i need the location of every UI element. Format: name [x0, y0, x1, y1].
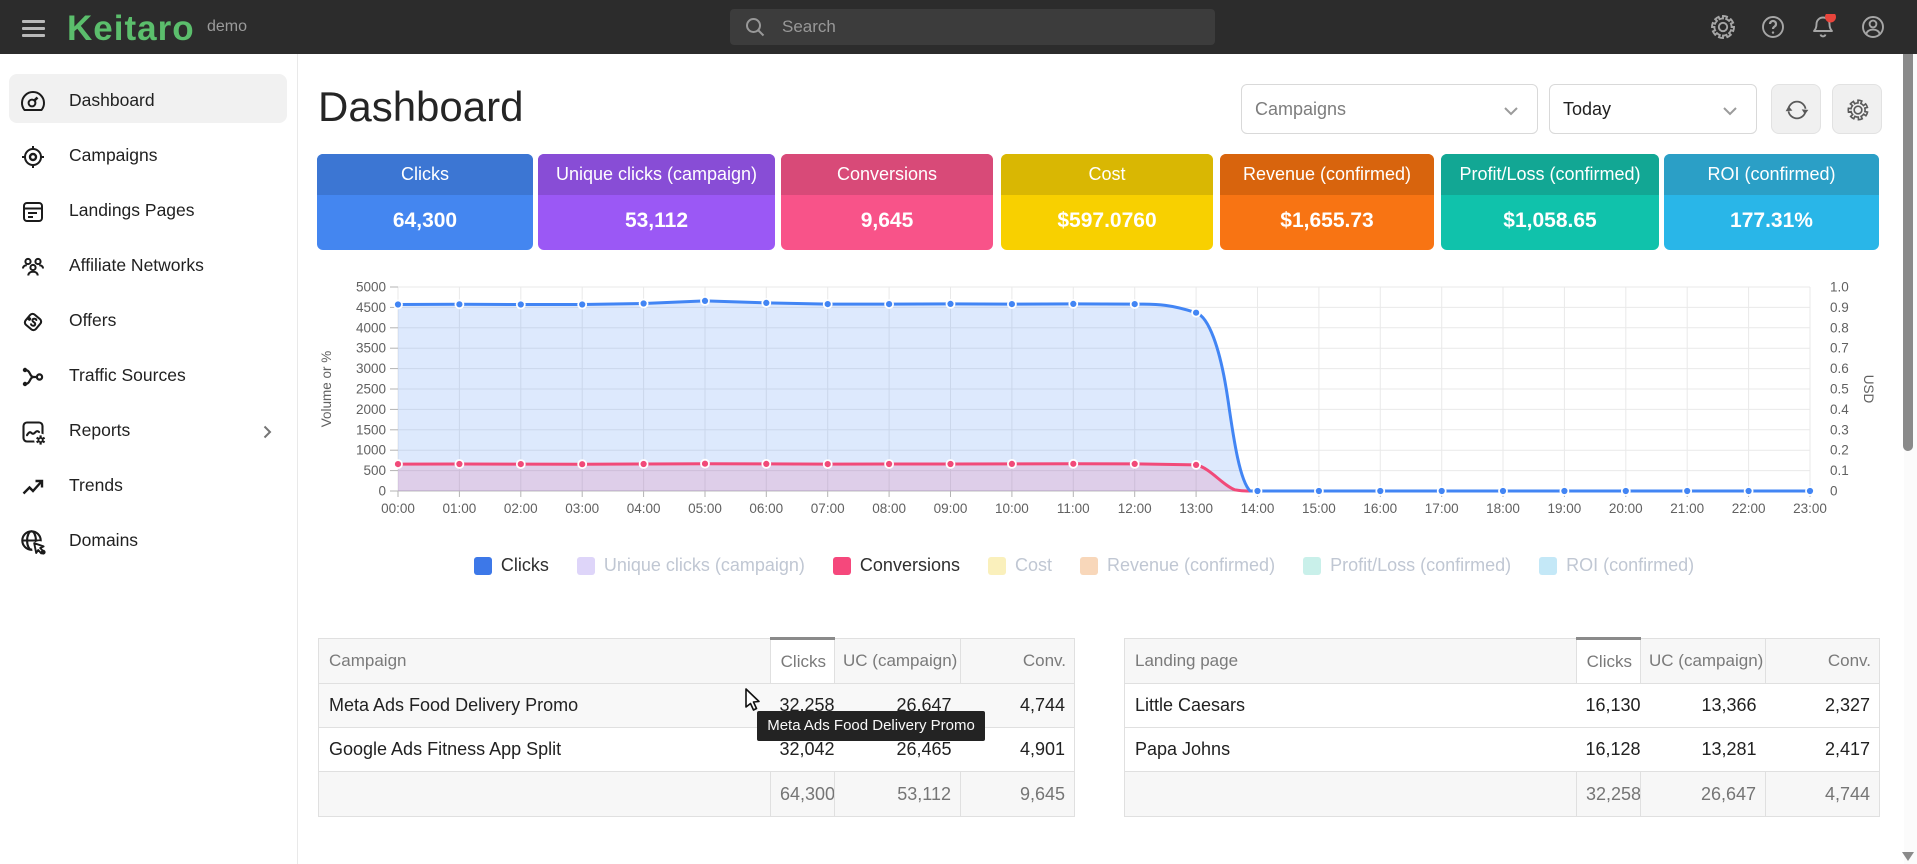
- svg-text:08:00: 08:00: [872, 501, 906, 516]
- svg-text:09:00: 09:00: [934, 501, 968, 516]
- svg-text:14:00: 14:00: [1241, 501, 1275, 516]
- svg-text:0.5: 0.5: [1830, 382, 1849, 397]
- svg-text:0.4: 0.4: [1830, 402, 1849, 417]
- svg-text:4500: 4500: [356, 300, 386, 315]
- svg-text:12:00: 12:00: [1118, 501, 1152, 516]
- svg-text:19:00: 19:00: [1548, 501, 1582, 516]
- svg-text:10:00: 10:00: [995, 501, 1029, 516]
- svg-text:0.8: 0.8: [1830, 320, 1849, 335]
- svg-text:3500: 3500: [356, 341, 386, 356]
- svg-text:0: 0: [378, 484, 386, 499]
- svg-text:0.1: 0.1: [1830, 463, 1849, 478]
- svg-text:500: 500: [363, 463, 386, 478]
- svg-text:5000: 5000: [356, 280, 386, 295]
- svg-text:00:00: 00:00: [381, 501, 415, 516]
- svg-text:Volume or %: Volume or %: [319, 351, 334, 428]
- svg-text:2000: 2000: [356, 402, 386, 417]
- svg-text:0.9: 0.9: [1830, 300, 1849, 315]
- svg-text:07:00: 07:00: [811, 501, 845, 516]
- svg-text:0: 0: [1830, 484, 1838, 499]
- svg-text:20:00: 20:00: [1609, 501, 1643, 516]
- svg-text:01:00: 01:00: [443, 501, 477, 516]
- svg-text:2500: 2500: [356, 382, 386, 397]
- svg-text:16:00: 16:00: [1363, 501, 1397, 516]
- svg-text:02:00: 02:00: [504, 501, 538, 516]
- svg-text:18:00: 18:00: [1486, 501, 1520, 516]
- svg-text:17:00: 17:00: [1425, 501, 1459, 516]
- svg-text:21:00: 21:00: [1670, 501, 1704, 516]
- svg-text:0.6: 0.6: [1830, 361, 1849, 376]
- svg-text:3000: 3000: [356, 361, 386, 376]
- svg-text:15:00: 15:00: [1302, 501, 1336, 516]
- svg-text:USD: USD: [1861, 375, 1876, 404]
- svg-text:04:00: 04:00: [627, 501, 661, 516]
- svg-text:13:00: 13:00: [1179, 501, 1213, 516]
- svg-text:11:00: 11:00: [1057, 501, 1090, 516]
- svg-text:03:00: 03:00: [565, 501, 599, 516]
- svg-text:22:00: 22:00: [1732, 501, 1766, 516]
- svg-text:1.0: 1.0: [1830, 280, 1849, 295]
- svg-text:4000: 4000: [356, 320, 386, 335]
- svg-text:0.3: 0.3: [1830, 422, 1849, 437]
- svg-text:1000: 1000: [356, 443, 386, 458]
- svg-text:23:00: 23:00: [1793, 501, 1827, 516]
- svg-text:05:00: 05:00: [688, 501, 722, 516]
- svg-text:1500: 1500: [356, 422, 386, 437]
- svg-text:0.7: 0.7: [1830, 341, 1849, 356]
- svg-text:06:00: 06:00: [749, 501, 783, 516]
- svg-text:0.2: 0.2: [1830, 443, 1849, 458]
